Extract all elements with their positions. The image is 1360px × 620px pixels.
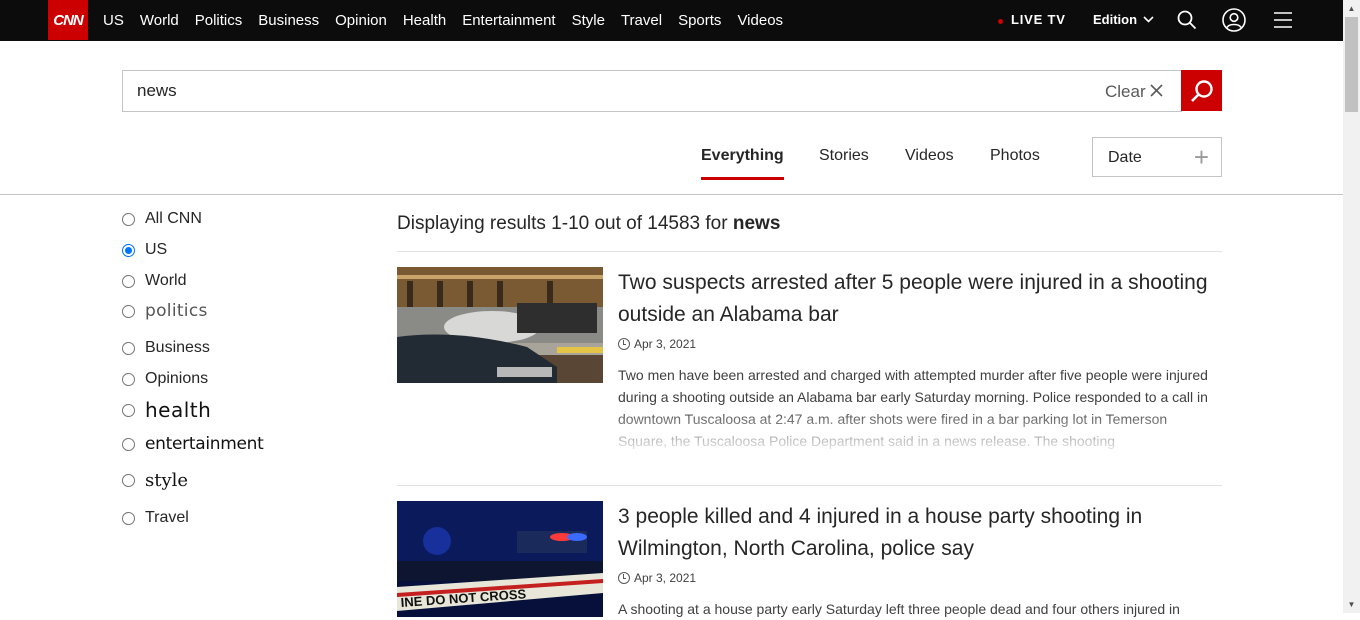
- entertainment-logo: entertainment: [145, 434, 264, 454]
- politics-logo: politics: [145, 301, 208, 321]
- filter-label: US: [145, 241, 168, 258]
- search-box: Clear: [122, 70, 1182, 112]
- user-account-icon[interactable]: [1222, 8, 1246, 32]
- result-title-link[interactable]: 3 people killed and 4 injured in a house…: [618, 501, 1218, 565]
- close-icon: [1150, 81, 1163, 102]
- hamburger-menu-icon[interactable]: [1271, 8, 1295, 32]
- filter-label: World: [145, 272, 187, 289]
- filter-world[interactable]: World: [122, 272, 187, 290]
- clear-label: Clear: [1105, 81, 1146, 101]
- filter-all-cnn[interactable]: All CNN: [122, 210, 202, 228]
- results-summary: Displaying results 1-10 out of 14583 for…: [397, 213, 780, 235]
- filter-travel[interactable]: Travel: [122, 509, 189, 527]
- tab-stories[interactable]: Stories: [819, 147, 869, 165]
- results-query: news: [732, 213, 781, 234]
- filter-style[interactable]: style: [122, 470, 188, 491]
- radio-button[interactable]: [122, 304, 135, 318]
- edition-label: Edition: [1093, 12, 1138, 27]
- search-input[interactable]: [137, 80, 1037, 102]
- page-scrollbar[interactable]: ▲ ▼: [1343, 0, 1360, 613]
- search-submit-button[interactable]: [1181, 70, 1222, 111]
- filter-label: Business: [145, 339, 210, 356]
- filter-label: All CNN: [145, 210, 202, 227]
- filter-politics[interactable]: politics: [122, 301, 208, 321]
- live-tv-link[interactable]: LIVE TV: [998, 12, 1066, 27]
- style-logo: style: [145, 470, 189, 491]
- nav-link-business[interactable]: Business: [258, 12, 319, 29]
- radio-button[interactable]: [122, 372, 135, 386]
- live-tv-label: LIVE TV: [1011, 12, 1066, 27]
- scrollbar-thumb[interactable]: [1345, 17, 1358, 112]
- chevron-down-icon: [1143, 16, 1154, 23]
- nav-link-videos[interactable]: Videos: [737, 12, 783, 29]
- radio-button[interactable]: [122, 437, 135, 451]
- health-logo: health: [145, 398, 212, 422]
- result-date: Apr 3, 2021: [618, 571, 696, 585]
- clock-icon: [618, 338, 630, 350]
- tab-photos[interactable]: Photos: [990, 147, 1040, 165]
- radio-button[interactable]: [122, 511, 135, 525]
- logo-text: CNN: [53, 11, 83, 29]
- filter-label: Opinions: [145, 370, 209, 387]
- filter-opinions[interactable]: Opinions: [122, 370, 208, 388]
- tab-everything[interactable]: Everything: [701, 147, 784, 165]
- date-filter-button[interactable]: Date +: [1092, 137, 1222, 177]
- filter-health[interactable]: health: [122, 398, 211, 422]
- radio-button[interactable]: [122, 274, 135, 288]
- result-title-link[interactable]: Two suspects arrested after 5 people wer…: [618, 267, 1218, 331]
- divider: [0, 194, 1343, 195]
- result-thumbnail[interactable]: INE DO NOT CROSS: [397, 501, 603, 617]
- scroll-up-arrow-icon[interactable]: ▲: [1343, 0, 1360, 17]
- nav-links: US World Politics Business Opinion Healt…: [103, 0, 799, 40]
- nav-link-us[interactable]: US: [103, 12, 124, 29]
- divider: [397, 251, 1222, 252]
- date-filter-label: Date: [1108, 149, 1142, 166]
- nav-link-style[interactable]: Style: [572, 12, 605, 29]
- radio-button[interactable]: [122, 403, 135, 417]
- snippet-fade-overlay: [618, 408, 1218, 452]
- filter-label: Travel: [145, 509, 189, 526]
- nav-link-entertainment[interactable]: Entertainment: [462, 12, 555, 29]
- result-date-text: Apr 3, 2021: [634, 571, 697, 585]
- filter-us[interactable]: US: [122, 241, 167, 259]
- top-navigation-bar: CNN US World Politics Business Opinion H…: [0, 0, 1343, 41]
- nav-link-opinion[interactable]: Opinion: [335, 12, 387, 29]
- edition-dropdown[interactable]: Edition: [1093, 12, 1154, 27]
- plus-icon: +: [1193, 142, 1209, 172]
- radio-button-selected[interactable]: [122, 243, 135, 257]
- nav-link-world[interactable]: World: [140, 12, 179, 29]
- scroll-down-arrow-icon[interactable]: ▼: [1343, 596, 1360, 613]
- result-date-text: Apr 3, 2021: [634, 337, 697, 351]
- nav-link-health[interactable]: Health: [403, 12, 446, 29]
- divider: [397, 485, 1222, 486]
- tab-videos[interactable]: Videos: [905, 147, 954, 165]
- nav-link-sports[interactable]: Sports: [678, 12, 721, 29]
- results-summary-text: Displaying results 1-10 out of 14583 for: [397, 213, 728, 234]
- radio-button[interactable]: [122, 212, 135, 226]
- radio-button[interactable]: [122, 341, 135, 355]
- nav-link-politics[interactable]: Politics: [195, 12, 243, 29]
- active-tab-indicator: [701, 177, 784, 180]
- filter-entertainment[interactable]: entertainment: [122, 434, 264, 454]
- search-icon[interactable]: [1175, 8, 1199, 32]
- result-date: Apr 3, 2021: [618, 337, 696, 351]
- nav-link-travel[interactable]: Travel: [621, 12, 662, 29]
- result-snippet: A shooting at a house party early Saturd…: [618, 601, 1180, 617]
- search-icon: [1190, 79, 1213, 102]
- filter-business[interactable]: Business: [122, 339, 210, 357]
- result-thumbnail[interactable]: [397, 267, 603, 383]
- cnn-logo[interactable]: CNN: [48, 0, 88, 40]
- clear-button[interactable]: Clear: [1105, 81, 1163, 102]
- radio-button[interactable]: [122, 474, 135, 487]
- clock-icon: [618, 572, 630, 584]
- live-dot-icon: [998, 18, 1003, 24]
